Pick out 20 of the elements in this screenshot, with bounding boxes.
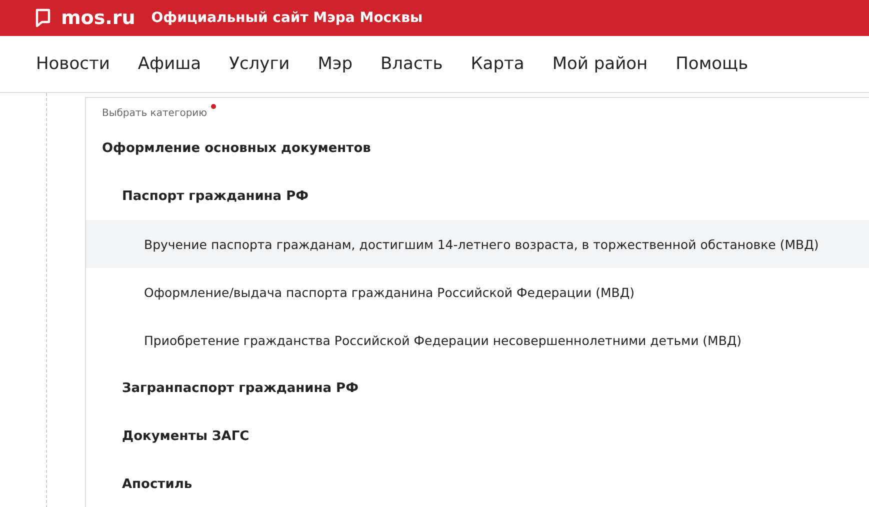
category-option[interactable]: Вручение паспорта гражданам, достигшим 14-летнего возраста, в торжественной обстановке (МВД): [86, 220, 869, 268]
nav-link[interactable]: Карта: [470, 54, 524, 74]
nav-link[interactable]: Новости: [36, 54, 110, 74]
category-option[interactable]: Документы ЗАГС: [86, 412, 869, 460]
nav-link[interactable]: Услуги: [229, 54, 290, 74]
category-option[interactable]: Паспорт гражданина РФ: [86, 172, 869, 220]
field-label: Выбрать категорию: [102, 108, 208, 119]
nav-link[interactable]: Мэр: [318, 54, 353, 74]
speech-bubble-icon: [35, 8, 51, 28]
category-option[interactable]: Оформление/выдача паспорта гражданина Российской Федерации (МВД): [86, 268, 869, 316]
nav-link[interactable]: Мой район: [552, 54, 648, 74]
category-option[interactable]: Оформление основных документов: [86, 124, 869, 172]
nav-link[interactable]: Власть: [380, 54, 443, 74]
site-title: Официальный сайт Мэра Москвы: [151, 10, 423, 26]
category-option[interactable]: Загранпаспорт гражданина РФ: [86, 364, 869, 412]
category-option[interactable]: Апостиль: [86, 460, 869, 507]
nav-link[interactable]: Афиша: [138, 54, 202, 74]
site-logo[interactable]: mos.ru: [61, 7, 136, 29]
nav-link[interactable]: Помощь: [676, 54, 748, 74]
category-option[interactable]: Приобретение гражданства Российской Федерации несовершеннолетними детьми (МВД): [86, 316, 869, 364]
